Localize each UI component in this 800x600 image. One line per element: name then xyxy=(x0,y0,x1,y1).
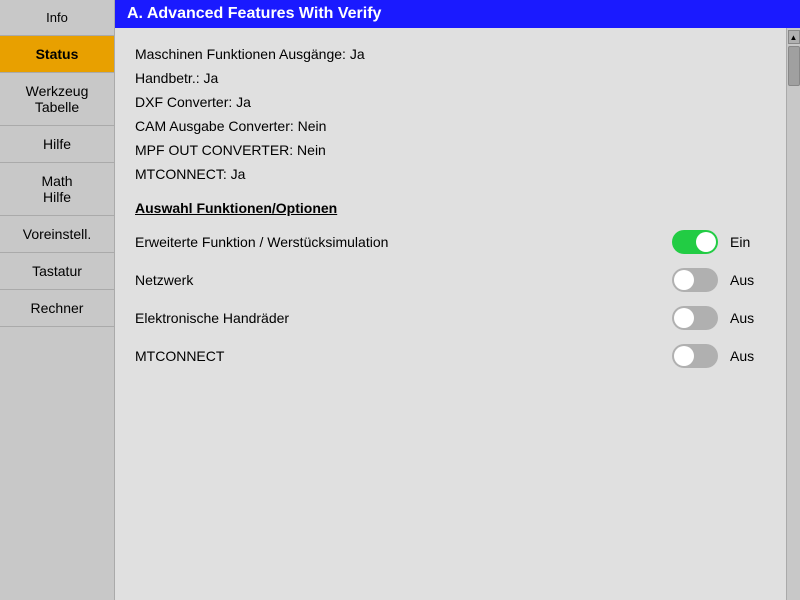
info-line-1: Maschinen Funktionen Ausgänge: Ja xyxy=(135,46,766,62)
info-line-2: Handbetr.: Ja xyxy=(135,70,766,86)
sidebar-item-info[interactable]: Info xyxy=(0,0,114,36)
toggle-row-elektronische-handraeder: Elektronische Handräder Aus xyxy=(135,304,766,332)
toggle-label-erweiterte-funktion: Erweiterte Funktion / Werstücksimulation xyxy=(135,234,672,250)
sidebar-item-voreinstell[interactable]: Voreinstell. xyxy=(0,216,114,253)
toggle-status-elektronische-handraeder: Aus xyxy=(730,310,766,326)
toggle-status-erweiterte-funktion: Ein xyxy=(730,234,766,250)
toggle-row-netzwerk: Netzwerk Aus xyxy=(135,266,766,294)
toggle-label-mtconnect: MTCONNECT xyxy=(135,348,672,364)
toggle-status-netzwerk: Aus xyxy=(730,272,766,288)
sidebar-item-tastatur[interactable]: Tastatur xyxy=(0,253,114,290)
sidebar-item-rechner[interactable]: Rechner xyxy=(0,290,114,327)
main-header: A. Advanced Features With Verify xyxy=(115,0,800,28)
toggle-status-mtconnect: Aus xyxy=(730,348,766,364)
info-line-4: CAM Ausgabe Converter: Nein xyxy=(135,118,766,134)
sidebar: Info Status WerkzeugTabelle Hilfe MathHi… xyxy=(0,0,115,600)
content-body: Maschinen Funktionen Ausgänge: Ja Handbe… xyxy=(115,28,786,600)
toggle-label-netzwerk: Netzwerk xyxy=(135,272,672,288)
toggle-knob-mtconnect xyxy=(674,346,694,366)
scrollbar-up-button[interactable]: ▲ xyxy=(788,30,800,44)
toggle-erweiterte-funktion[interactable] xyxy=(672,230,718,254)
toggle-mtconnect[interactable] xyxy=(672,344,718,368)
sidebar-item-math-hilfe[interactable]: MathHilfe xyxy=(0,163,114,216)
sidebar-item-werkzeug-tabelle[interactable]: WerkzeugTabelle xyxy=(0,73,114,126)
toggle-row-mtconnect: MTCONNECT Aus xyxy=(135,342,766,370)
toggle-knob-netzwerk xyxy=(674,270,694,290)
toggle-knob-erweiterte-funktion xyxy=(696,232,716,252)
main-content: A. Advanced Features With Verify Maschin… xyxy=(115,0,800,600)
info-line-5: MPF OUT CONVERTER: Nein xyxy=(135,142,766,158)
section-title: Auswahl Funktionen/Optionen xyxy=(135,200,766,216)
sidebar-item-status[interactable]: Status xyxy=(0,36,114,73)
toggle-elektronische-handraeder[interactable] xyxy=(672,306,718,330)
scrollbar: ▲ xyxy=(786,28,800,600)
toggle-knob-elektronische-handraeder xyxy=(674,308,694,328)
sidebar-item-hilfe[interactable]: Hilfe xyxy=(0,126,114,163)
info-line-6: MTCONNECT: Ja xyxy=(135,166,766,182)
info-line-3: DXF Converter: Ja xyxy=(135,94,766,110)
toggle-row-erweiterte-funktion: Erweiterte Funktion / Werstücksimulation… xyxy=(135,228,766,256)
page-title: A. Advanced Features With Verify xyxy=(127,5,381,23)
scrollbar-thumb[interactable] xyxy=(788,46,800,86)
toggle-netzwerk[interactable] xyxy=(672,268,718,292)
toggle-label-elektronische-handraeder: Elektronische Handräder xyxy=(135,310,672,326)
